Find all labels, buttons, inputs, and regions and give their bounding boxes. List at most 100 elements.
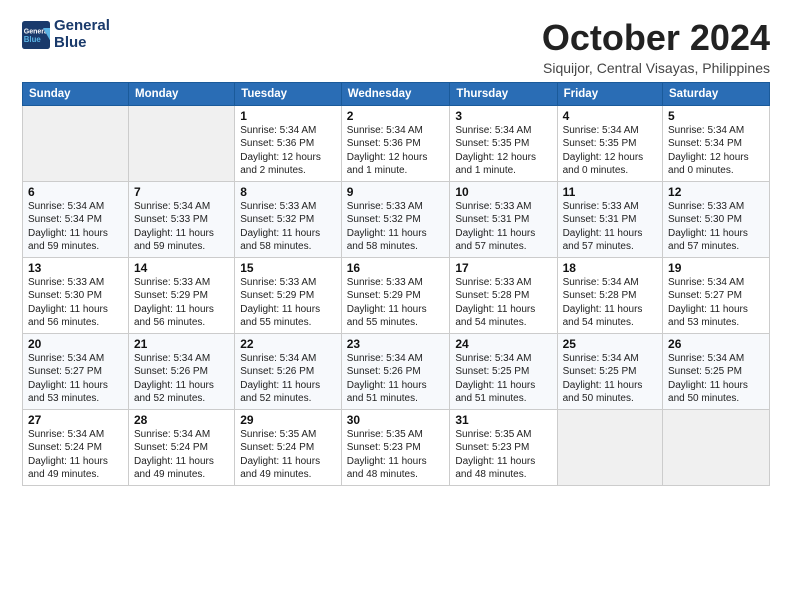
calendar-day-cell: 8Sunrise: 5:33 AMSunset: 5:32 PMDaylight… [235, 181, 342, 257]
day-number: 15 [240, 261, 336, 275]
day-number: 10 [455, 185, 551, 199]
day-detail: Sunrise: 5:33 AMSunset: 5:28 PMDaylight:… [455, 276, 551, 330]
day-number: 18 [563, 261, 657, 275]
day-detail: Sunrise: 5:33 AMSunset: 5:30 PMDaylight:… [28, 276, 123, 330]
header: General Blue General Blue October 2024 S… [22, 18, 770, 76]
calendar-day-cell: 23Sunrise: 5:34 AMSunset: 5:26 PMDayligh… [341, 333, 450, 409]
calendar-day-cell [23, 105, 129, 181]
svg-text:Blue: Blue [24, 35, 42, 44]
calendar-day-cell: 12Sunrise: 5:33 AMSunset: 5:30 PMDayligh… [663, 181, 770, 257]
calendar-day-cell: 20Sunrise: 5:34 AMSunset: 5:27 PMDayligh… [23, 333, 129, 409]
day-number: 6 [28, 185, 123, 199]
calendar-week-row: 13Sunrise: 5:33 AMSunset: 5:30 PMDayligh… [23, 257, 770, 333]
day-number: 26 [668, 337, 764, 351]
calendar-day-cell: 31Sunrise: 5:35 AMSunset: 5:23 PMDayligh… [450, 409, 557, 485]
day-detail: Sunrise: 5:34 AMSunset: 5:34 PMDaylight:… [668, 124, 764, 178]
day-number: 29 [240, 413, 336, 427]
day-detail: Sunrise: 5:33 AMSunset: 5:31 PMDaylight:… [563, 200, 657, 254]
calendar-week-row: 1Sunrise: 5:34 AMSunset: 5:36 PMDaylight… [23, 105, 770, 181]
day-number: 9 [347, 185, 445, 199]
calendar-day-cell: 4Sunrise: 5:34 AMSunset: 5:35 PMDaylight… [557, 105, 662, 181]
calendar-day-cell: 7Sunrise: 5:34 AMSunset: 5:33 PMDaylight… [129, 181, 235, 257]
day-detail: Sunrise: 5:35 AMSunset: 5:23 PMDaylight:… [455, 428, 551, 482]
day-number: 12 [668, 185, 764, 199]
calendar-day-cell: 21Sunrise: 5:34 AMSunset: 5:26 PMDayligh… [129, 333, 235, 409]
weekday-header: Monday [129, 82, 235, 105]
logo: General Blue General Blue [22, 18, 110, 51]
day-number: 13 [28, 261, 123, 275]
calendar-day-cell: 24Sunrise: 5:34 AMSunset: 5:25 PMDayligh… [450, 333, 557, 409]
day-number: 25 [563, 337, 657, 351]
weekday-header: Sunday [23, 82, 129, 105]
calendar-day-cell: 3Sunrise: 5:34 AMSunset: 5:35 PMDaylight… [450, 105, 557, 181]
day-detail: Sunrise: 5:34 AMSunset: 5:24 PMDaylight:… [28, 428, 123, 482]
logo-text: General Blue [54, 18, 110, 51]
day-detail: Sunrise: 5:33 AMSunset: 5:30 PMDaylight:… [668, 200, 764, 254]
day-detail: Sunrise: 5:34 AMSunset: 5:27 PMDaylight:… [28, 352, 123, 406]
day-number: 8 [240, 185, 336, 199]
day-detail: Sunrise: 5:35 AMSunset: 5:24 PMDaylight:… [240, 428, 336, 482]
day-detail: Sunrise: 5:33 AMSunset: 5:29 PMDaylight:… [347, 276, 445, 330]
day-number: 7 [134, 185, 229, 199]
day-detail: Sunrise: 5:34 AMSunset: 5:24 PMDaylight:… [134, 428, 229, 482]
day-number: 20 [28, 337, 123, 351]
day-detail: Sunrise: 5:34 AMSunset: 5:28 PMDaylight:… [563, 276, 657, 330]
calendar-day-cell: 1Sunrise: 5:34 AMSunset: 5:36 PMDaylight… [235, 105, 342, 181]
day-number: 22 [240, 337, 336, 351]
calendar-day-cell: 15Sunrise: 5:33 AMSunset: 5:29 PMDayligh… [235, 257, 342, 333]
calendar-day-cell: 16Sunrise: 5:33 AMSunset: 5:29 PMDayligh… [341, 257, 450, 333]
page: General Blue General Blue October 2024 S… [0, 0, 792, 612]
day-number: 3 [455, 109, 551, 123]
day-detail: Sunrise: 5:34 AMSunset: 5:35 PMDaylight:… [563, 124, 657, 178]
calendar-day-cell: 25Sunrise: 5:34 AMSunset: 5:25 PMDayligh… [557, 333, 662, 409]
day-number: 4 [563, 109, 657, 123]
calendar-day-cell: 13Sunrise: 5:33 AMSunset: 5:30 PMDayligh… [23, 257, 129, 333]
day-detail: Sunrise: 5:34 AMSunset: 5:34 PMDaylight:… [28, 200, 123, 254]
calendar-week-row: 6Sunrise: 5:34 AMSunset: 5:34 PMDaylight… [23, 181, 770, 257]
day-detail: Sunrise: 5:33 AMSunset: 5:31 PMDaylight:… [455, 200, 551, 254]
calendar-day-cell: 27Sunrise: 5:34 AMSunset: 5:24 PMDayligh… [23, 409, 129, 485]
day-number: 1 [240, 109, 336, 123]
day-number: 27 [28, 413, 123, 427]
month-title: October 2024 [542, 18, 770, 58]
day-number: 28 [134, 413, 229, 427]
logo-icon: General Blue [22, 21, 50, 49]
day-number: 19 [668, 261, 764, 275]
location-title: Siquijor, Central Visayas, Philippines [542, 60, 770, 76]
day-number: 31 [455, 413, 551, 427]
weekday-header: Friday [557, 82, 662, 105]
day-detail: Sunrise: 5:33 AMSunset: 5:29 PMDaylight:… [240, 276, 336, 330]
calendar-day-cell: 28Sunrise: 5:34 AMSunset: 5:24 PMDayligh… [129, 409, 235, 485]
day-detail: Sunrise: 5:34 AMSunset: 5:27 PMDaylight:… [668, 276, 764, 330]
title-block: October 2024 Siquijor, Central Visayas, … [542, 18, 770, 76]
calendar-day-cell: 19Sunrise: 5:34 AMSunset: 5:27 PMDayligh… [663, 257, 770, 333]
calendar-day-cell: 18Sunrise: 5:34 AMSunset: 5:28 PMDayligh… [557, 257, 662, 333]
day-number: 11 [563, 185, 657, 199]
calendar-day-cell: 30Sunrise: 5:35 AMSunset: 5:23 PMDayligh… [341, 409, 450, 485]
calendar-day-cell: 10Sunrise: 5:33 AMSunset: 5:31 PMDayligh… [450, 181, 557, 257]
day-number: 16 [347, 261, 445, 275]
day-detail: Sunrise: 5:35 AMSunset: 5:23 PMDaylight:… [347, 428, 445, 482]
day-detail: Sunrise: 5:33 AMSunset: 5:32 PMDaylight:… [240, 200, 336, 254]
day-detail: Sunrise: 5:34 AMSunset: 5:26 PMDaylight:… [240, 352, 336, 406]
weekday-header: Thursday [450, 82, 557, 105]
weekday-header: Wednesday [341, 82, 450, 105]
day-number: 5 [668, 109, 764, 123]
day-number: 14 [134, 261, 229, 275]
day-detail: Sunrise: 5:34 AMSunset: 5:26 PMDaylight:… [134, 352, 229, 406]
calendar-day-cell [663, 409, 770, 485]
day-detail: Sunrise: 5:34 AMSunset: 5:36 PMDaylight:… [240, 124, 336, 178]
day-number: 24 [455, 337, 551, 351]
calendar-day-cell: 2Sunrise: 5:34 AMSunset: 5:36 PMDaylight… [341, 105, 450, 181]
calendar-day-cell: 29Sunrise: 5:35 AMSunset: 5:24 PMDayligh… [235, 409, 342, 485]
day-number: 2 [347, 109, 445, 123]
calendar-day-cell: 6Sunrise: 5:34 AMSunset: 5:34 PMDaylight… [23, 181, 129, 257]
weekday-header: Saturday [663, 82, 770, 105]
day-detail: Sunrise: 5:34 AMSunset: 5:35 PMDaylight:… [455, 124, 551, 178]
day-detail: Sunrise: 5:33 AMSunset: 5:29 PMDaylight:… [134, 276, 229, 330]
weekday-header: Tuesday [235, 82, 342, 105]
calendar-day-cell: 11Sunrise: 5:33 AMSunset: 5:31 PMDayligh… [557, 181, 662, 257]
calendar-day-cell [557, 409, 662, 485]
day-number: 17 [455, 261, 551, 275]
calendar-day-cell [129, 105, 235, 181]
